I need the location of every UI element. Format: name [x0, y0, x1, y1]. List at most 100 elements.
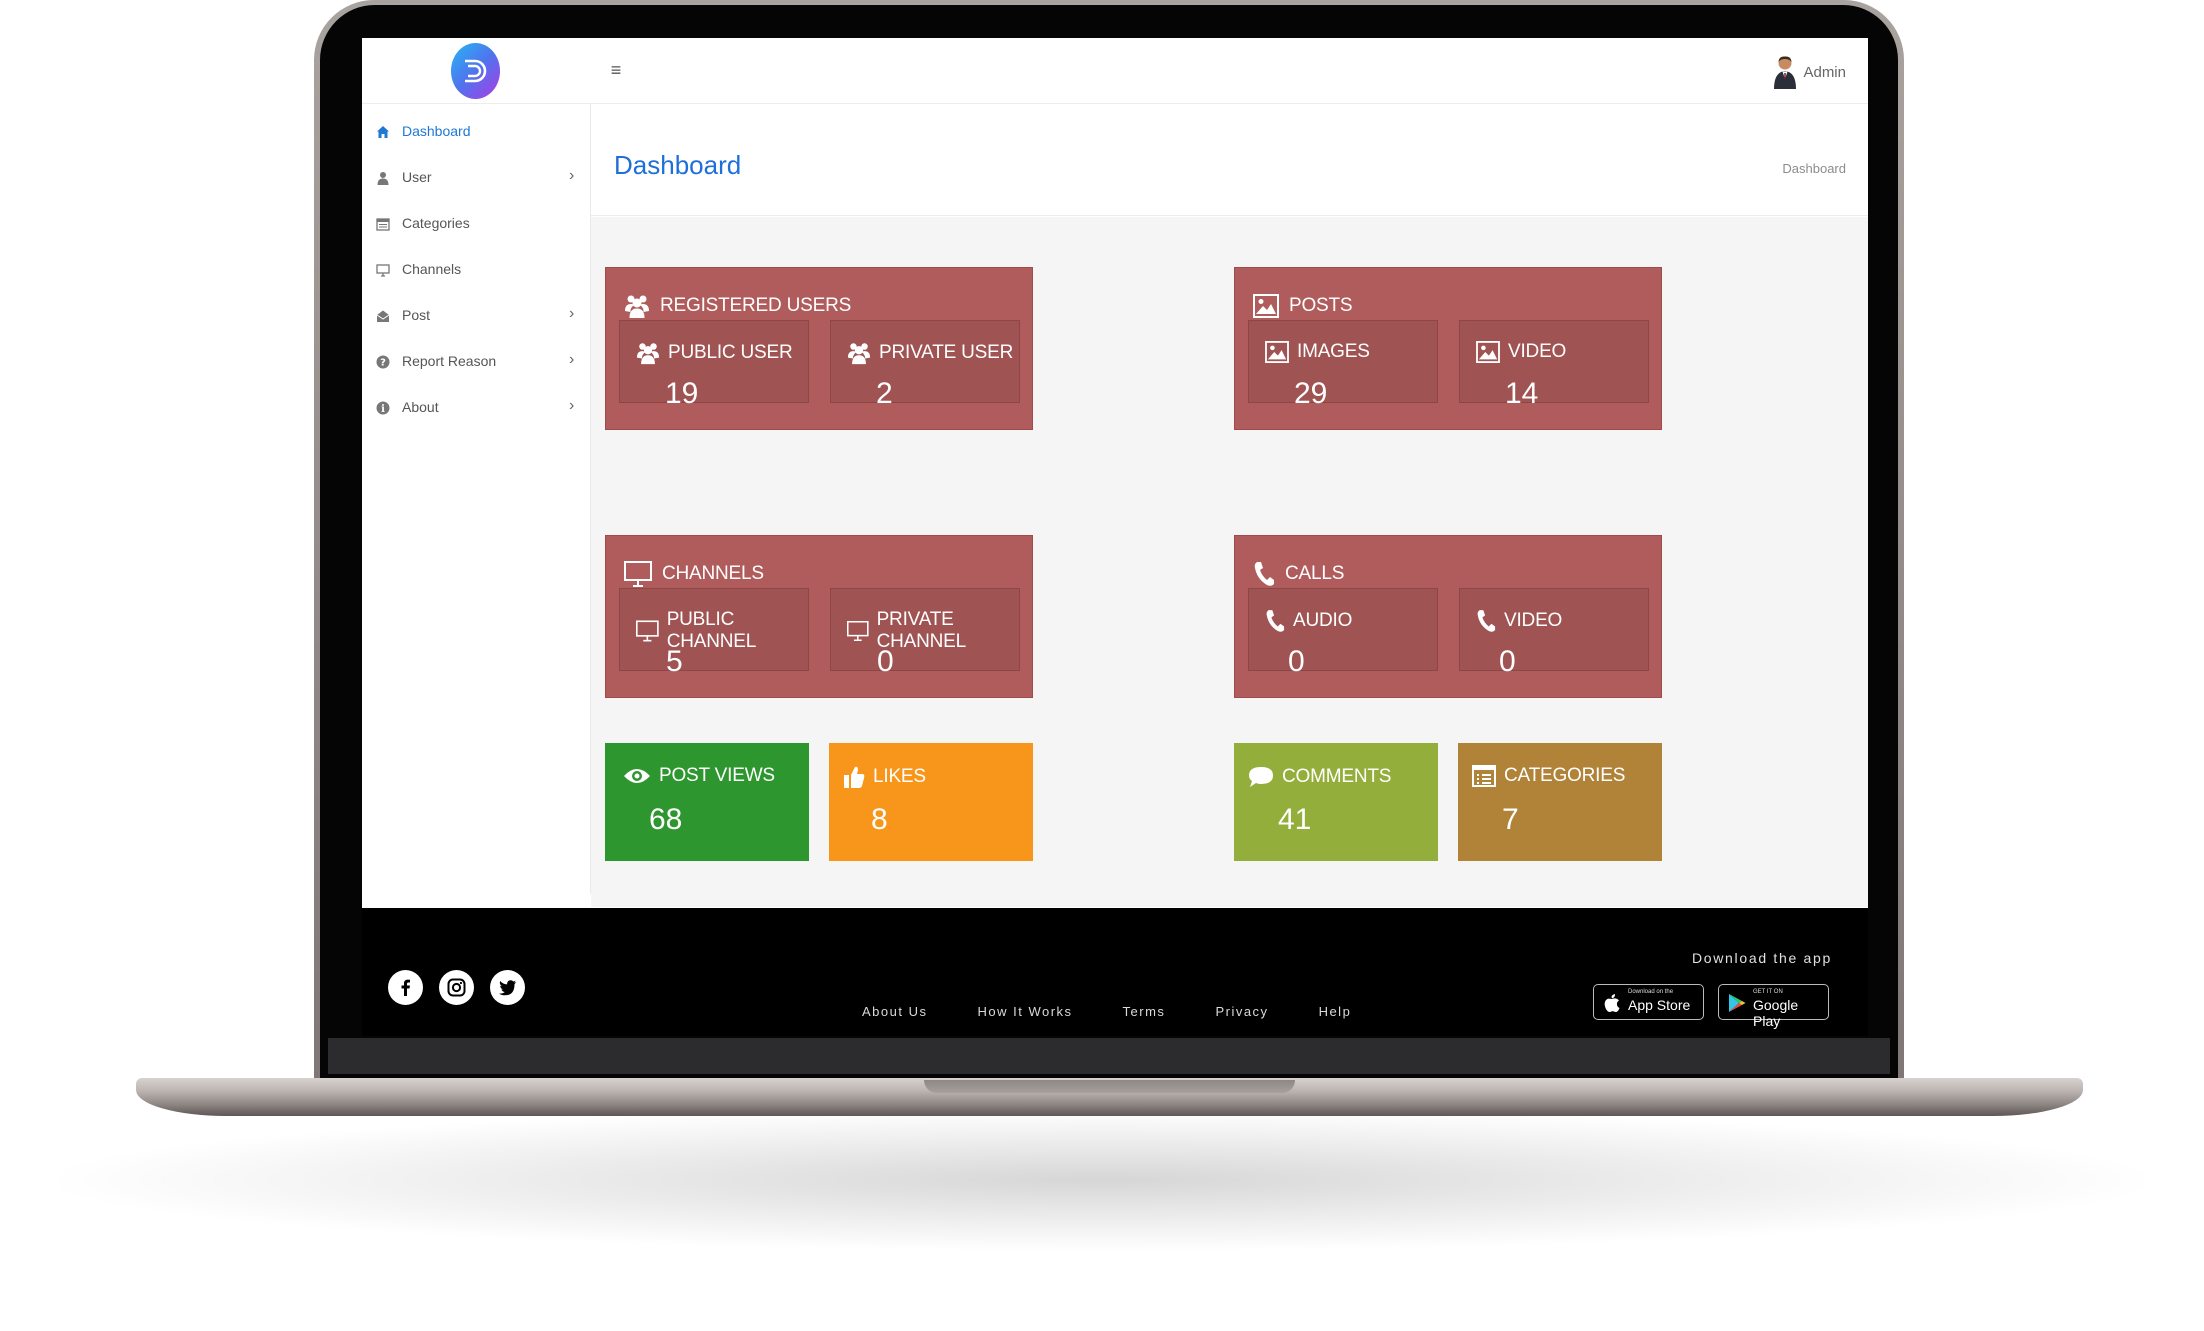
breadcrumb[interactable]: Dashboard	[1782, 161, 1846, 176]
sidebar-item-dashboard[interactable]: Dashboard	[362, 112, 591, 152]
store-small-label: Download on the	[1628, 989, 1674, 995]
card-title: CALLS	[1285, 563, 1345, 584]
sidebar-item-label: Report Reason	[402, 353, 497, 369]
svg-text:i: i	[381, 404, 385, 415]
user-menu[interactable]: Admin	[1773, 52, 1846, 92]
tile-header: PRIVATE USER	[847, 341, 1013, 365]
sidebar-item-about[interactable]: i About ›	[362, 388, 591, 428]
tile-value: 41	[1278, 803, 1312, 836]
tile-header: AUDIO	[1265, 609, 1352, 633]
facebook-link[interactable]	[388, 970, 423, 1005]
tile-value: 19	[665, 377, 699, 410]
public-user-tile[interactable]: PUBLIC USER 19	[619, 320, 809, 410]
phone-icon	[1254, 562, 1274, 586]
tile-header: PUBLIC CHANNEL	[636, 609, 808, 653]
laptop-mockup: ≡ Admin Dashboard User › Categories Chan…	[0, 0, 2204, 1331]
footer-links: About Us How It Works Terms Privacy Help	[862, 1004, 1351, 1019]
post-views-tile[interactable]: POST VIEWS 68	[605, 743, 809, 861]
google-play-button[interactable]: GET IT ON Google Play	[1718, 984, 1829, 1029]
private-user-tile[interactable]: PRIVATE USER 2	[830, 320, 1020, 410]
sidebar-item-label: Categories	[402, 215, 470, 231]
sidebar-item-categories[interactable]: Categories	[362, 204, 591, 244]
card-header: REGISTERED USERS	[624, 290, 851, 322]
tile-value: 2	[876, 377, 893, 410]
sidebar: Dashboard User › Categories Channels Pos…	[362, 104, 591, 894]
card-title: CHANNELS	[662, 563, 764, 584]
tile-header: IMAGES	[1265, 341, 1370, 363]
tile-value: 8	[871, 803, 888, 836]
public-channel-tile[interactable]: PUBLIC CHANNEL 5	[619, 588, 809, 678]
info-circle-icon: i	[376, 401, 390, 415]
video-tile[interactable]: VIDEO 14	[1459, 320, 1649, 410]
sidebar-item-label: Channels	[402, 261, 462, 277]
calendar-icon	[376, 218, 390, 231]
sidebar-item-channels[interactable]: Channels	[362, 250, 591, 290]
sidebar-item-user[interactable]: User ›	[362, 158, 591, 198]
footer-link-terms[interactable]: Terms	[1123, 1004, 1166, 1019]
tile-header: COMMENTS	[1248, 765, 1391, 789]
categories-tile[interactable]: CATEGORIES 7	[1458, 743, 1662, 861]
image-icon	[1476, 341, 1500, 363]
google-play-icon	[1729, 994, 1746, 1012]
tile-value: 29	[1294, 377, 1328, 410]
registered-users-card[interactable]: REGISTERED USERS PUBLIC USER 19 PRIVATE …	[605, 267, 1033, 430]
images-tile[interactable]: IMAGES 29	[1248, 320, 1438, 410]
download-app-label: Download the app	[1691, 950, 1832, 966]
tile-value: 0	[1499, 645, 1516, 678]
eye-icon	[624, 769, 650, 783]
channels-card[interactable]: CHANNELS PUBLIC CHANNEL 5 PRIVATE CHANNE…	[605, 535, 1033, 698]
laptop-shadow	[60, 1110, 2144, 1250]
twitter-link[interactable]	[490, 970, 525, 1005]
calls-card[interactable]: CALLS AUDIO 0 VIDEO 0	[1234, 535, 1662, 698]
content-header: Dashboard Dashboard	[591, 104, 1868, 216]
instagram-link[interactable]	[439, 970, 474, 1005]
users-icon	[847, 343, 871, 365]
posts-card[interactable]: POSTS IMAGES 29 VIDEO 14	[1234, 267, 1662, 430]
avatar	[1774, 56, 1797, 89]
comments-tile[interactable]: COMMENTS 41	[1234, 743, 1438, 861]
facebook-icon	[401, 979, 410, 996]
card-header: CHANNELS	[624, 558, 764, 590]
tile-header: PRIVATE CHANNEL	[847, 609, 1019, 653]
twitter-icon	[499, 980, 516, 996]
monitor-icon	[847, 620, 869, 642]
footer-link-how-it-works[interactable]: How It Works	[977, 1004, 1072, 1019]
users-icon	[636, 343, 660, 365]
store-big-label: App Store	[1628, 997, 1691, 1013]
monitor-icon	[376, 264, 390, 277]
tile-label: IMAGES	[1297, 341, 1370, 362]
laptop-notch	[924, 1080, 1295, 1093]
envelope-icon	[376, 310, 390, 322]
tile-label: PUBLIC USER	[668, 342, 793, 363]
monitor-icon	[624, 561, 652, 587]
video-calls-tile[interactable]: VIDEO 0	[1459, 588, 1649, 678]
comment-icon	[1249, 767, 1273, 787]
apple-icon	[1604, 994, 1620, 1012]
tile-label: AUDIO	[1293, 610, 1353, 631]
user-name: Admin	[1803, 63, 1846, 81]
sidebar-item-post[interactable]: Post ›	[362, 296, 591, 336]
sidebar-item-label: About	[402, 399, 439, 415]
chevron-right-icon: ›	[569, 167, 575, 184]
audio-calls-tile[interactable]: AUDIO 0	[1248, 588, 1438, 678]
footer-link-help[interactable]: Help	[1319, 1004, 1352, 1019]
app-store-button[interactable]: Download on the App Store	[1593, 984, 1704, 1020]
likes-tile[interactable]: LIKES 8	[829, 743, 1033, 861]
laptop-chin	[328, 1038, 1890, 1074]
phone-icon	[1266, 610, 1285, 632]
sidebar-item-report-reason[interactable]: ? Report Reason ›	[362, 342, 591, 382]
card-title: POSTS	[1289, 295, 1353, 316]
tile-label: POST VIEWS	[659, 765, 775, 786]
phone-icon	[1477, 610, 1496, 632]
tile-label: CATEGORIES	[1504, 765, 1626, 786]
monitor-icon	[636, 620, 659, 642]
chevron-right-icon: ›	[569, 305, 575, 322]
store-small-label: GET IT ON	[1753, 989, 1783, 995]
image-icon	[1253, 294, 1279, 318]
menu-toggle-button[interactable]: ≡	[606, 60, 626, 80]
tile-label: LIKES	[873, 766, 926, 787]
footer-link-about-us[interactable]: About Us	[862, 1004, 927, 1019]
private-channel-tile[interactable]: PRIVATE CHANNEL 0	[830, 588, 1020, 678]
app-logo[interactable]	[451, 43, 500, 99]
footer-link-privacy[interactable]: Privacy	[1215, 1004, 1268, 1019]
